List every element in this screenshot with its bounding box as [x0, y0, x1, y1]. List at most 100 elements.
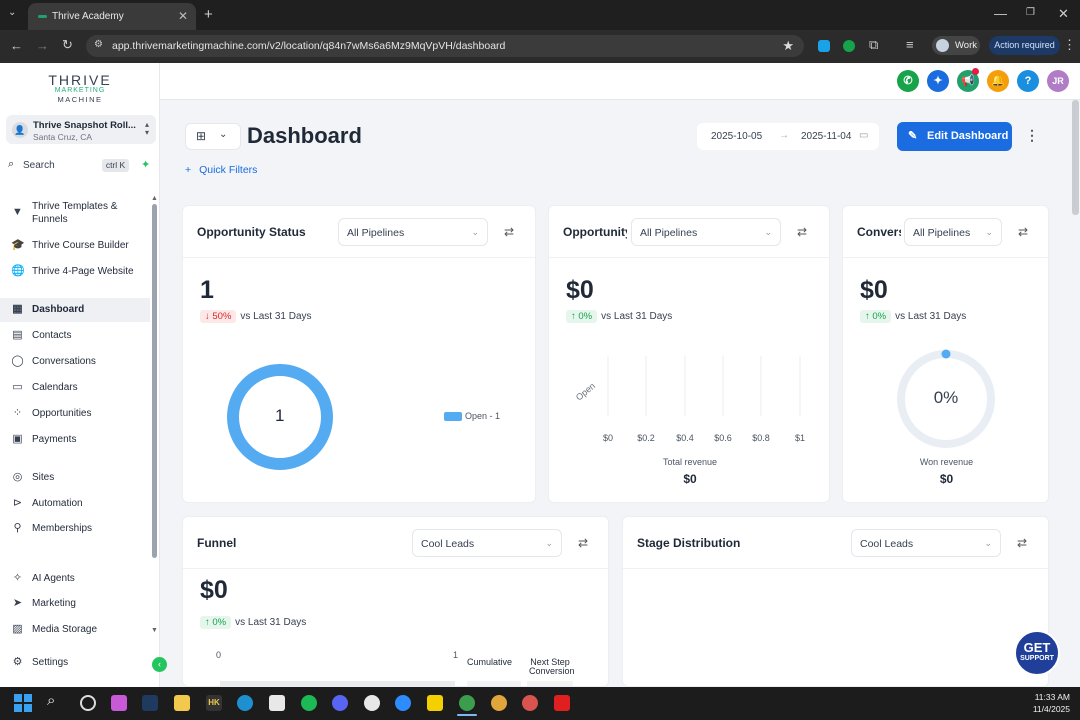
- pipeline-select[interactable]: Cool Leads ⌄: [851, 529, 1001, 557]
- sidebar-item-conversations[interactable]: ◯ Conversations: [0, 350, 150, 374]
- sidebar-scroll-thumb[interactable]: [152, 204, 157, 558]
- pencil-icon: ✎: [908, 130, 918, 142]
- magic-wand-icon[interactable]: ✦: [927, 70, 949, 92]
- zoom-icon[interactable]: [395, 695, 411, 711]
- chevron-updown-icon: ▴ ▾: [144, 120, 149, 137]
- acrobat-icon[interactable]: [554, 695, 570, 711]
- edit-dashboard-button[interactable]: ✎ Edit Dashboard: [897, 122, 1012, 151]
- delta-badge: ↑ 0%: [200, 616, 232, 629]
- plus-icon: +: [185, 164, 192, 176]
- date-range-picker[interactable]: 2025-10-05 → 2025-11-04 ▭: [697, 123, 879, 150]
- sidebar-item-media-storage[interactable]: ▨ Media Storage: [0, 618, 150, 642]
- layout-toggle[interactable]: ⊞ ⌄: [185, 123, 241, 150]
- sidebar-item-dashboard[interactable]: ▦ Dashboard: [0, 298, 150, 322]
- gear-icon: ⚙: [12, 656, 23, 668]
- filter-sliders-icon[interactable]: ⇄: [504, 225, 514, 239]
- phone-icon[interactable]: ✆: [897, 70, 919, 92]
- back-icon[interactable]: ←: [10, 38, 23, 53]
- filter-sliders-icon[interactable]: ⇄: [1018, 225, 1028, 239]
- discord-icon[interactable]: [332, 695, 348, 711]
- forward-icon[interactable]: →: [36, 38, 49, 53]
- sidebar-item-settings[interactable]: ⚙ Settings: [0, 651, 150, 675]
- windows-start-icon[interactable]: [14, 694, 32, 712]
- filter-sliders-icon[interactable]: ⇄: [578, 536, 588, 550]
- store-icon[interactable]: [269, 695, 285, 711]
- bell-icon[interactable]: 🔔: [987, 70, 1009, 92]
- taskbar-app-hk-icon[interactable]: HK: [206, 695, 222, 711]
- action-required-button[interactable]: Action required: [989, 36, 1060, 55]
- grammarly-icon[interactable]: [843, 40, 855, 52]
- sticky-notes-icon[interactable]: [427, 695, 443, 711]
- stage-distribution-card: Stage Distribution Cool Leads ⌄ ⇄: [622, 516, 1049, 687]
- system-clock[interactable]: 11:33 AM 11/4/2025: [1020, 691, 1070, 715]
- sidebar-item-opportunities[interactable]: ⁘ Opportunities: [0, 402, 150, 426]
- card-title: Funnel: [197, 536, 237, 550]
- get-support-button[interactable]: GET SUPPORT: [1014, 630, 1060, 676]
- ai-sparkle-icon[interactable]: ✦: [141, 158, 150, 171]
- bookmark-star-icon[interactable]: ★: [782, 38, 794, 54]
- pipeline-select[interactable]: All Pipelines ⌄: [631, 218, 781, 246]
- x-tick-label: $0: [603, 433, 613, 443]
- profile-label: Work: [955, 40, 977, 51]
- sidebar-item-marketing[interactable]: ➤ Marketing: [0, 592, 150, 616]
- browser-menu-icon[interactable]: ⋮: [1063, 37, 1076, 53]
- scroll-down-icon[interactable]: ▼: [151, 627, 158, 634]
- page-scrollbar[interactable]: [1072, 100, 1079, 215]
- x-tick-label: $0.6: [714, 433, 732, 443]
- filter-sliders-icon[interactable]: ⇄: [1017, 536, 1027, 550]
- edge-icon[interactable]: [237, 695, 253, 711]
- site-info-icon[interactable]: ⚙: [94, 39, 103, 50]
- sidebar-item-automation[interactable]: ⊳ Automation: [0, 492, 150, 516]
- sidebar-item-sites[interactable]: ◎ Sites: [0, 466, 150, 490]
- chrome-icon[interactable]: [491, 695, 507, 711]
- sidebar-item-memberships[interactable]: ⚲ Memberships: [0, 517, 150, 541]
- user-avatar[interactable]: JR: [1047, 70, 1069, 92]
- sidebar-item-4-page-website[interactable]: 🌐 Thrive 4-Page Website: [0, 260, 150, 284]
- sidebar-item-ai-agents[interactable]: ✧ AI Agents: [0, 567, 150, 591]
- window-close-icon[interactable]: ✕: [1058, 6, 1069, 22]
- delta-compare-label: vs Last 31 Days: [235, 617, 307, 628]
- taskbar-app-icon[interactable]: [80, 695, 96, 711]
- page-title: Dashboard: [247, 123, 362, 148]
- taskbar-app-d-icon[interactable]: [364, 695, 380, 711]
- scroll-up-icon[interactable]: ▲: [151, 195, 158, 202]
- tab-search-icon[interactable]: ⌄: [8, 7, 16, 18]
- spotify-icon[interactable]: [301, 695, 317, 711]
- filter-sliders-icon[interactable]: ⇄: [797, 225, 807, 239]
- sidebar-collapse-button[interactable]: ‹: [152, 657, 167, 672]
- address-bar[interactable]: ⚙ app.thrivemarketingmachine.com/v2/loca…: [86, 35, 804, 57]
- profile-chip[interactable]: Work: [932, 36, 980, 55]
- media-control-icon[interactable]: ≡: [906, 37, 914, 52]
- steam-icon[interactable]: [142, 695, 158, 711]
- file-explorer-icon[interactable]: [174, 695, 190, 711]
- pipeline-select[interactable]: All Pipelines ⌄: [904, 218, 1002, 246]
- copilot-icon[interactable]: [111, 695, 127, 711]
- sidebar-item-calendars[interactable]: ▭ Calendars: [0, 376, 150, 400]
- sidebar-search[interactable]: ⌕ Search ctrl K ✦: [8, 158, 152, 174]
- pipeline-select[interactable]: All Pipelines ⌄: [338, 218, 488, 246]
- graduation-cap-icon: 🎓: [11, 239, 25, 251]
- minimize-icon[interactable]: —: [994, 6, 1007, 21]
- browser-tab[interactable]: Thrive Academy ✕: [28, 3, 196, 30]
- help-icon[interactable]: ?: [1017, 70, 1039, 92]
- sidebar-item-payments[interactable]: ▣ Payments: [0, 428, 150, 452]
- sidebar-item-templates-funnels[interactable]: ▼ Thrive Templates & Funnels: [0, 197, 150, 231]
- reload-icon[interactable]: ↻: [62, 37, 73, 53]
- location-switcher[interactable]: 👤 Thrive Snapshot Roll... Santa Cruz, CA…: [6, 115, 156, 144]
- taskbar-search-icon[interactable]: ⌕: [47, 692, 55, 709]
- sidebar-item-contacts[interactable]: ▤ Contacts: [0, 324, 150, 348]
- sidebar-item-course-builder[interactable]: 🎓 Thrive Course Builder: [0, 234, 150, 258]
- chrome-icon[interactable]: [522, 695, 538, 711]
- extensions-puzzle-icon[interactable]: ⧉: [869, 37, 878, 53]
- media-icon: ▨: [12, 623, 23, 635]
- extension-icon[interactable]: [818, 40, 830, 52]
- chrome-icon[interactable]: [459, 695, 475, 711]
- new-tab-icon[interactable]: +: [204, 6, 213, 23]
- restore-icon[interactable]: ❐: [1026, 7, 1035, 18]
- pipeline-select[interactable]: Cool Leads ⌄: [412, 529, 562, 557]
- tab-close-icon[interactable]: ✕: [178, 9, 188, 23]
- more-options-icon[interactable]: ⋮: [1025, 127, 1039, 144]
- support-line-2: SUPPORT: [1020, 655, 1054, 662]
- quick-filters-button[interactable]: + Quick Filters: [185, 164, 257, 176]
- logo-line-3: MACHINE: [57, 95, 103, 104]
